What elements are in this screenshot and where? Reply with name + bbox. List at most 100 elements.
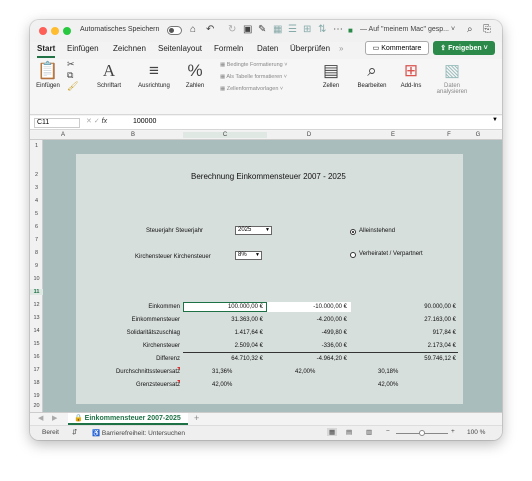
cut-icon[interactable]: ✂ [67, 59, 75, 70]
comments-button[interactable]: ▭ Kommentare [365, 41, 429, 55]
number-button[interactable]: % Zahlen [180, 61, 210, 89]
share-icon: ⇪ [440, 45, 447, 52]
fx-icon[interactable]: fx [102, 118, 107, 125]
close-window-button[interactable] [39, 27, 47, 35]
format-as-table-button[interactable]: ▦ Als Tabelle formatieren ˅ [220, 74, 287, 80]
row-header[interactable]: 8 [30, 250, 43, 256]
row-header[interactable]: 17 [30, 367, 43, 373]
cell-styles-button[interactable]: ▦ Zellenformatvorlagen ˅ [220, 86, 283, 92]
home-icon[interactable]: ⌂ [190, 24, 196, 35]
tab-einfuegen[interactable]: Einfügen [67, 44, 99, 53]
next-sheet-icon[interactable]: ▶ [52, 414, 57, 422]
redo-icon[interactable]: ↻ [228, 24, 236, 35]
tab-seitenlayout[interactable]: Seitenlayout [158, 44, 202, 53]
format-icon[interactable]: ▦ [273, 24, 282, 35]
lock-icon: 🔒 [74, 415, 83, 422]
tab-zeichnen[interactable]: Zeichnen [113, 44, 146, 53]
formula-input[interactable]: 100000 [133, 118, 156, 125]
row-header[interactable]: 14 [30, 328, 43, 334]
row-header[interactable]: 7 [30, 237, 43, 243]
worksheet-grid[interactable]: Berechnung Einkommensteuer 2007 - 2025 S… [43, 140, 502, 412]
merge-icon[interactable]: ⊞ [303, 24, 311, 35]
zoom-level[interactable]: 100 % [467, 429, 485, 436]
tab-ueberpruefen[interactable]: Überprüfen [290, 44, 330, 53]
row-header[interactable]: 13 [30, 315, 43, 321]
paste-button[interactable]: 📋 Einfügen [35, 61, 61, 89]
row-header[interactable]: 11 [30, 289, 43, 295]
zoom-window-button[interactable] [63, 27, 71, 35]
row-header[interactable]: 12 [30, 302, 43, 308]
confirm-icon[interactable]: ✓ [94, 118, 100, 125]
undo-icon[interactable]: ↶ [206, 24, 214, 35]
font-button[interactable]: A Schriftart [92, 61, 126, 89]
document-title[interactable]: — Auf "meinem Mac" gesp... ˅ [360, 26, 455, 33]
font-icon: A [102, 61, 116, 80]
row-header[interactable]: 18 [30, 380, 43, 386]
minimize-window-button[interactable] [51, 27, 59, 35]
col-header[interactable]: D [267, 132, 351, 138]
analyze-data-button[interactable]: ▧ Daten analysieren [434, 61, 470, 95]
label-durchschnittssteuersatz: Durchschnittssteuersatz [115, 369, 180, 375]
conditional-formatting-button[interactable]: ▦ Bedingte Formatierung ˅ [220, 62, 287, 68]
editing-button[interactable]: ⌕ Bearbeiten [354, 61, 390, 89]
tab-formeln[interactable]: Formeln [214, 44, 243, 53]
add-sheet-icon[interactable]: + [194, 413, 199, 423]
comment-indicator[interactable] [177, 380, 180, 383]
search-icon[interactable]: ⌕ [467, 24, 473, 35]
row-header[interactable]: 5 [30, 211, 43, 217]
comment-indicator[interactable] [177, 367, 180, 370]
col-header[interactable]: F [435, 132, 463, 138]
name-box[interactable]: C11 [34, 118, 80, 128]
col-header[interactable]: C [183, 132, 267, 138]
cancel-icon[interactable]: ✕ [86, 118, 92, 125]
percent-icon: % [187, 61, 203, 80]
more-icon[interactable]: ⋯ [333, 24, 343, 35]
cells-button[interactable]: ▤ Zellen [315, 61, 347, 89]
normal-view-icon[interactable]: ▦ [327, 428, 338, 436]
tax-year-select[interactable]: 2025 ▼ [235, 226, 272, 235]
zoom-in-icon[interactable]: + [451, 428, 455, 435]
alignment-button[interactable]: ≡ Ausrichtung [134, 61, 174, 89]
col-header[interactable]: E [351, 132, 435, 138]
zoom-slider-handle[interactable] [419, 430, 425, 436]
format-painter-icon[interactable]: 🖌 [67, 81, 78, 92]
col-header[interactable]: B [83, 132, 183, 138]
prev-sheet-icon[interactable]: ◀ [38, 414, 43, 422]
row-header[interactable]: 16 [30, 354, 43, 360]
radio-verheiratet[interactable] [350, 252, 356, 258]
row-header[interactable]: 9 [30, 263, 43, 269]
page-layout-icon[interactable]: ▤ [346, 428, 352, 436]
align-icon[interactable]: ☰ [288, 24, 297, 35]
row-header[interactable]: 2 [30, 172, 43, 178]
edit-icon[interactable]: ✎ [258, 24, 266, 35]
row-header[interactable]: 15 [30, 341, 43, 347]
row-header[interactable]: 20 [30, 403, 43, 409]
zoom-out-icon[interactable]: − [386, 428, 390, 435]
row-header[interactable]: 19 [30, 393, 43, 399]
radio-alleinstehend[interactable] [350, 229, 356, 235]
row-header[interactable]: 4 [30, 198, 43, 204]
tab-daten[interactable]: Daten [257, 44, 278, 53]
expand-formula-icon[interactable]: ▼ [492, 117, 498, 123]
sheet-tab-bar: ◀ ▶ 🔒 Einkommensteuer 2007-2025 + [30, 412, 502, 425]
col-header[interactable]: G [463, 132, 493, 138]
page-break-icon[interactable]: ▥ [366, 428, 372, 436]
church-tax-select[interactable]: 8% ▼ [235, 251, 262, 260]
tab-start[interactable]: Start [37, 44, 56, 58]
row-header[interactable]: 10 [30, 276, 43, 282]
share-icon[interactable]: ⎘ [483, 24, 491, 35]
row-header[interactable]: 6 [30, 224, 43, 230]
col-header[interactable]: A [43, 132, 83, 138]
macro-icon[interactable]: ⇵ [72, 428, 77, 436]
sort-icon[interactable]: ⇅ [318, 24, 326, 35]
copy-icon[interactable]: ⧉ [67, 70, 73, 81]
addins-button[interactable]: ⊞ Add-Ins [397, 61, 425, 89]
row-header[interactable]: 1 [30, 143, 43, 149]
row-header[interactable]: 3 [30, 185, 43, 191]
save-icon[interactable]: ▣ [243, 24, 252, 35]
tab-more[interactable]: » [339, 44, 343, 53]
sheet-tab-active[interactable]: 🔒 Einkommensteuer 2007-2025 [68, 413, 188, 425]
accessibility-button[interactable]: ♿ Barrierefreiheit: Untersuchen [92, 429, 185, 437]
share-button[interactable]: ⇪ Freigeben ˅ [433, 41, 495, 55]
autosave-toggle[interactable] [167, 26, 182, 35]
